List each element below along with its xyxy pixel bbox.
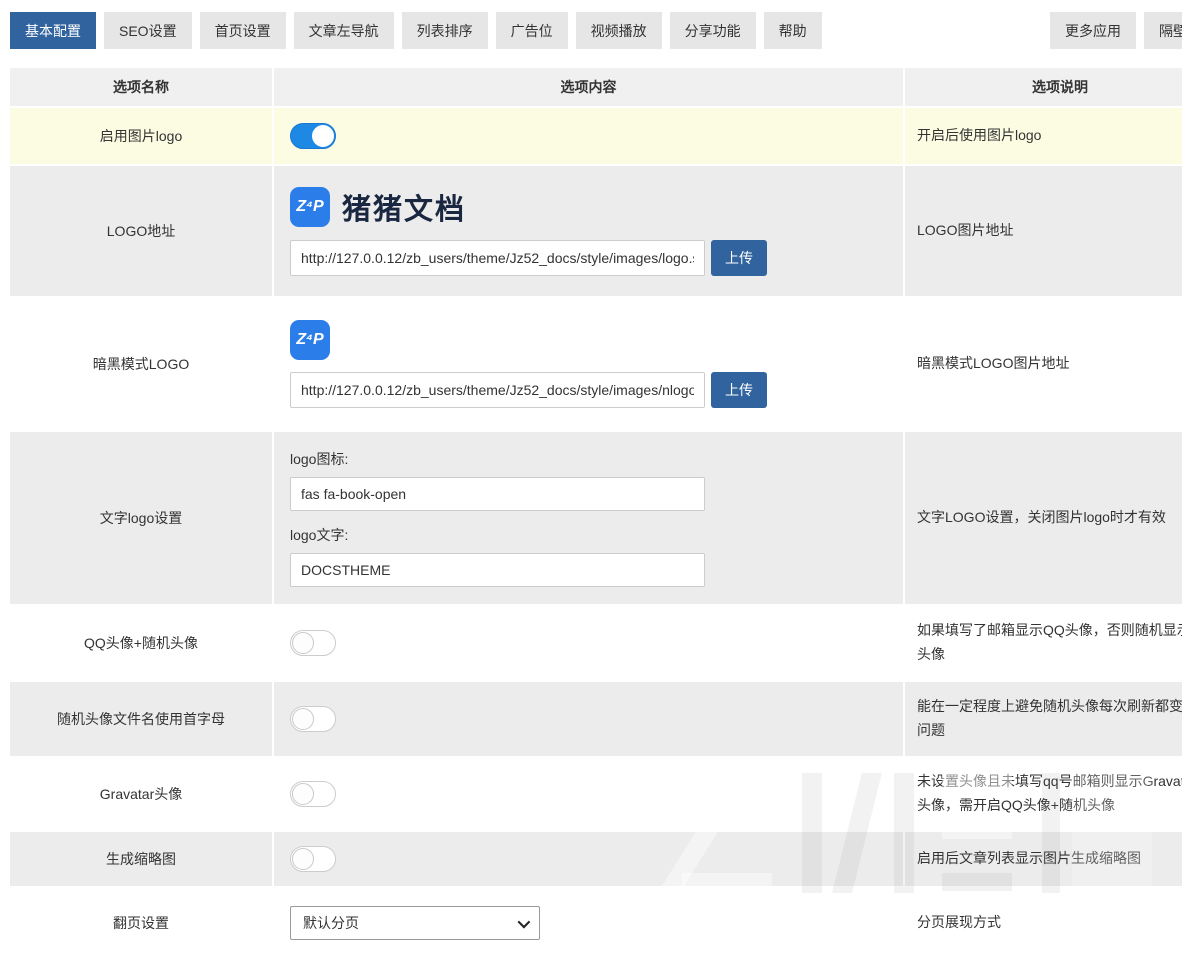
row-gravatar: Gravatar头像 未设置头像且未填写qq号邮箱则显示Gravatar头像，需…	[10, 758, 1182, 830]
logo-icon-label: logo图标:	[290, 449, 348, 469]
option-name: Gravatar头像	[10, 758, 272, 830]
option-desc: 如果填写了邮箱显示QQ头像，否则随机显示头像	[905, 606, 1182, 680]
logo-text-label: logo文字:	[290, 525, 348, 545]
thumbnail-toggle[interactable]	[290, 846, 336, 872]
option-name: 随机头像文件名使用首字母	[10, 682, 272, 756]
dark-logo-url-input[interactable]	[290, 372, 705, 408]
table-header-row: 选项名称 选项内容 选项说明	[10, 68, 1182, 106]
settings-tab-bar-right: 更多应用 隔壁老	[1050, 12, 1182, 49]
tab-ad-slot[interactable]: 广告位	[496, 12, 568, 49]
zzp-dark-logo-icon: Z⁴P	[290, 320, 330, 360]
option-desc: 未设置头像且未填写qq号邮箱则显示Gravatar头像，需开启QQ头像+随机头像	[905, 758, 1182, 830]
tab-more-apps[interactable]: 更多应用	[1050, 12, 1136, 49]
tab-basic-config[interactable]: 基本配置	[10, 12, 96, 49]
row-pagination: 翻页设置 默认分页 分页展现方式	[10, 888, 1182, 958]
option-name: LOGO地址	[10, 166, 272, 296]
row-thumbnail: 生成缩略图 启用后文章列表显示图片生成缩略图	[10, 832, 1182, 886]
col-header-content: 选项内容	[274, 68, 903, 106]
logo-text-input[interactable]	[290, 553, 705, 587]
tab-gebilao[interactable]: 隔壁老	[1144, 12, 1182, 49]
brand-name-text: 猪猪文档	[342, 186, 466, 228]
col-header-desc: 选项说明	[905, 68, 1182, 106]
tab-article-left-nav[interactable]: 文章左导航	[294, 12, 394, 49]
option-name: QQ头像+随机头像	[10, 606, 272, 680]
qq-avatar-toggle[interactable]	[290, 630, 336, 656]
pagination-select-value: 默认分页	[303, 913, 359, 933]
pagination-select[interactable]: 默认分页	[290, 906, 540, 940]
toggle-knob	[292, 848, 314, 870]
row-random-avatar-initial: 随机头像文件名使用首字母 能在一定程度上避免随机头像每次刷新都变的问题	[10, 682, 1182, 756]
tab-video-play[interactable]: 视频播放	[576, 12, 662, 49]
option-name: 生成缩略图	[10, 832, 272, 886]
toggle-knob	[292, 783, 314, 805]
row-enable-image-logo: 启用图片logo 开启后使用图片logo	[10, 108, 1182, 164]
row-text-logo: 文字logo设置 logo图标: logo文字: 文字LOGO设置，关闭图片lo…	[10, 432, 1182, 604]
option-name: 翻页设置	[10, 888, 272, 958]
dark-logo-upload-button[interactable]: 上传	[711, 372, 767, 408]
chevron-down-icon	[518, 915, 531, 928]
tab-share[interactable]: 分享功能	[670, 12, 756, 49]
option-desc: 暗黑模式LOGO图片地址	[905, 298, 1182, 430]
option-name: 文字logo设置	[10, 432, 272, 604]
tab-help[interactable]: 帮助	[764, 12, 822, 49]
enable-image-logo-toggle[interactable]	[290, 123, 336, 149]
random-avatar-initial-toggle[interactable]	[290, 706, 336, 732]
option-desc: 启用后文章列表显示图片生成缩略图	[905, 832, 1182, 886]
option-desc: 文字LOGO设置，关闭图片logo时才有效	[905, 432, 1182, 604]
tab-seo[interactable]: SEO设置	[104, 12, 192, 49]
toggle-knob	[292, 632, 314, 654]
settings-tab-bar: 基本配置 SEO设置 首页设置 文章左导航 列表排序 广告位 视频播放 分享功能…	[10, 12, 822, 49]
option-desc: 开启后使用图片logo	[905, 108, 1182, 164]
option-name: 启用图片logo	[10, 108, 272, 164]
zzp-logo-icon: Z⁴P	[290, 187, 330, 227]
option-desc: LOGO图片地址	[905, 166, 1182, 296]
col-header-name: 选项名称	[10, 68, 272, 106]
logo-preview: Z⁴P 猪猪文档	[290, 186, 466, 228]
row-logo-url: LOGO地址 Z⁴P 猪猪文档 上传 LOGO图片地址	[10, 166, 1182, 296]
gravatar-toggle[interactable]	[290, 781, 336, 807]
option-desc: 分页展现方式	[905, 888, 1182, 958]
tab-homepage[interactable]: 首页设置	[200, 12, 286, 49]
toggle-knob	[292, 708, 314, 730]
row-dark-logo: 暗黑模式LOGO Z⁴P 上传 暗黑模式LOGO图片地址	[10, 298, 1182, 430]
row-qq-avatar: QQ头像+随机头像 如果填写了邮箱显示QQ头像，否则随机显示头像	[10, 606, 1182, 680]
logo-url-input[interactable]	[290, 240, 705, 276]
logo-icon-input[interactable]	[290, 477, 705, 511]
settings-table: 选项名称 选项内容 选项说明 启用图片logo 开启后使用图片logo LOGO…	[10, 68, 1182, 960]
toggle-knob	[312, 125, 334, 147]
tab-list-sort[interactable]: 列表排序	[402, 12, 488, 49]
option-name: 暗黑模式LOGO	[10, 298, 272, 430]
logo-upload-button[interactable]: 上传	[711, 240, 767, 276]
option-desc: 能在一定程度上避免随机头像每次刷新都变的问题	[905, 682, 1182, 756]
